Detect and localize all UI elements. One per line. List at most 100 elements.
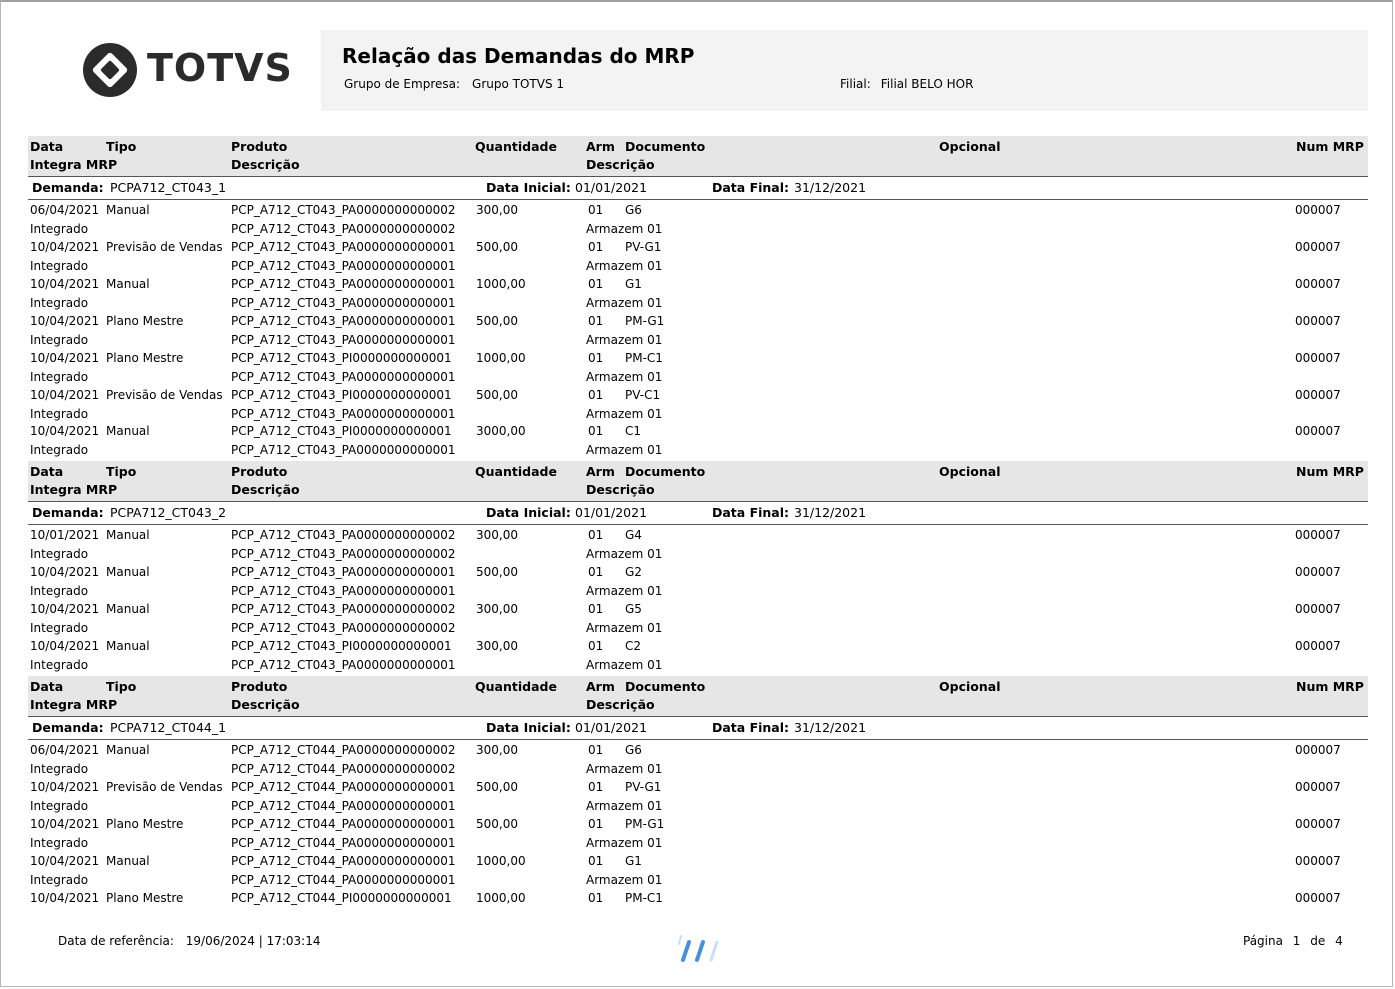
demanda-line: Demanda: PCPA712_CT043_2 Data Inicial: 01/0…	[28, 502, 1368, 525]
col-documento: Documento	[625, 679, 706, 694]
cell-doc: PM-G1	[625, 816, 665, 831]
cell-desc: PCP_A712_CT043_PA0000000000001	[231, 369, 456, 384]
cell-qtd: 1000,00	[476, 853, 526, 868]
cell-arm: 01	[588, 424, 604, 439]
page-de: de	[1310, 934, 1326, 948]
cell-tipo: Plano Mestre	[106, 313, 184, 328]
cell-produto: PCP_A712_CT044_PA0000000000002	[231, 743, 456, 757]
cell-qtd: 500,00	[476, 313, 518, 328]
table-row: 10/04/2021 Manual PCP_A712_CT043_PI0000000…	[0, 639, 1395, 676]
cell-doc: PV-G1	[625, 239, 662, 254]
table-row: 10/04/2021 Manual PCP_A712_CT044_PA0000000…	[0, 854, 1395, 891]
cell-arm: 01	[588, 203, 604, 217]
table-row: 10/04/2021 Manual PCP_A712_CT043_PA0000000…	[0, 602, 1395, 639]
data-inicial-label: Data Inicial:	[486, 505, 571, 520]
cell-qtd: 500,00	[476, 816, 518, 831]
spinner-icon	[677, 930, 727, 968]
col-data: Data	[30, 679, 64, 694]
cell-doc: PV-G1	[625, 779, 662, 794]
cell-qtd: 500,00	[476, 239, 518, 254]
cell-produto: PCP_A712_CT043_PI0000000000001	[231, 424, 452, 439]
col-documento: Documento	[625, 139, 706, 154]
cell-num: 000007	[1295, 601, 1341, 616]
cell-tipo: Manual	[106, 528, 150, 542]
cell-armdesc: Armazem 01	[586, 835, 663, 850]
data-inicial-label: Data Inicial:	[486, 720, 571, 735]
cell-qtd: 500,00	[476, 779, 518, 794]
cell-integra: Integrado	[30, 258, 89, 273]
cell-produto: PCP_A712_CT043_PA0000000000002	[231, 528, 456, 542]
filial-value: Filial BELO HOR	[880, 77, 974, 91]
page-number: 1	[1292, 934, 1301, 948]
col-descricao: Descrição	[231, 482, 300, 497]
table-row: 10/04/2021 Plano Mestre PCP_A712_CT044_PI0…	[0, 891, 1395, 928]
col-opcional: Opcional	[939, 464, 1001, 479]
col-produto: Produto	[231, 464, 288, 479]
cell-armdesc: Armazem 01	[586, 332, 663, 347]
logo-text: TOTVS	[147, 46, 293, 90]
col-num_mrp: Num MRP	[1296, 679, 1364, 694]
cell-arm: 01	[588, 890, 604, 905]
col-integra: Integra MRP	[30, 482, 118, 497]
cell-tipo: Plano Mestre	[106, 816, 184, 831]
cell-qtd: 300,00	[476, 638, 518, 653]
cell-num: 000007	[1295, 203, 1341, 217]
cell-doc: G6	[625, 743, 642, 757]
table-row: 06/04/2021 Manual PCP_A712_CT044_PA0000000…	[0, 743, 1395, 780]
cell-arm: 01	[588, 239, 604, 254]
data-final-value: 31/12/2021	[794, 180, 867, 195]
cell-arm: 01	[588, 853, 604, 868]
cell-armdesc: Armazem 01	[586, 762, 663, 776]
cell-qtd: 300,00	[476, 601, 518, 616]
col-arm: Arm	[586, 139, 615, 154]
cell-produto: PCP_A712_CT044_PA0000000000001	[231, 816, 456, 831]
cell-desc: PCP_A712_CT044_PA0000000000002	[231, 762, 456, 776]
cell-armdesc: Armazem 01	[586, 369, 663, 384]
data-final-label: Data Final:	[712, 180, 790, 195]
cell-tipo: Plano Mestre	[106, 890, 184, 905]
cell-integra: Integrado	[30, 762, 89, 776]
cell-desc: PCP_A712_CT044_PA0000000000001	[231, 872, 456, 887]
cell-integra: Integrado	[30, 295, 89, 310]
cell-qtd: 500,00	[476, 387, 518, 402]
col-data: Data	[30, 464, 64, 479]
demanda-value: PCPA712_CT043_1	[110, 180, 227, 195]
cell-integra: Integrado	[30, 547, 89, 561]
cell-desc: PCP_A712_CT043_PA0000000000002	[231, 620, 456, 635]
col-descricao2: Descrição	[586, 157, 655, 172]
report-title: Relação das Demandas do MRP	[342, 44, 695, 68]
cell-produto: PCP_A712_CT043_PA0000000000002	[231, 601, 456, 616]
cell-arm: 01	[588, 816, 604, 831]
cell-desc: PCP_A712_CT043_PA0000000000001	[231, 443, 456, 458]
cell-qtd: 300,00	[476, 528, 518, 542]
cell-armdesc: Armazem 01	[586, 798, 663, 813]
demanda-value: PCPA712_CT043_2	[110, 505, 227, 520]
col-descricao: Descrição	[231, 157, 300, 172]
col-integra: Integra MRP	[30, 697, 118, 712]
column-header: Data Tipo Produto Quantidade Arm Documento Opc…	[28, 676, 1368, 717]
cell-produto: PCP_A712_CT044_PA0000000000001	[231, 853, 456, 868]
data-final-label: Data Final:	[712, 505, 790, 520]
cell-arm: 01	[588, 350, 604, 365]
cell-data: 10/04/2021	[30, 816, 100, 831]
cell-tipo: Manual	[106, 853, 150, 868]
cell-tipo: Manual	[106, 276, 150, 291]
cell-integra: Integrado	[30, 332, 89, 347]
cell-desc: PCP_A712_CT043_PA0000000000001	[231, 258, 456, 273]
col-descricao2: Descrição	[586, 697, 655, 712]
cell-produto: PCP_A712_CT044_PI0000000000001	[231, 890, 452, 905]
data-final-value: 31/12/2021	[794, 720, 867, 735]
ref-value: 19/06/2024 | 17:03:14	[185, 934, 321, 948]
cell-data: 10/04/2021	[30, 601, 100, 616]
col-produto: Produto	[231, 679, 288, 694]
demanda-line: Demanda: PCPA712_CT044_1 Data Inicial: 01/0…	[28, 717, 1368, 740]
cell-armdesc: Armazem 01	[586, 583, 663, 598]
cell-doc: G1	[625, 276, 642, 291]
cell-desc: PCP_A712_CT043_PA0000000000001	[231, 295, 456, 310]
cell-integra: Integrado	[30, 835, 89, 850]
cell-tipo: Plano Mestre	[106, 350, 184, 365]
ref-label: Data de referência:	[58, 934, 174, 948]
cell-data: 10/04/2021	[30, 564, 100, 579]
cell-integra: Integrado	[30, 443, 89, 458]
cell-arm: 01	[588, 564, 604, 579]
